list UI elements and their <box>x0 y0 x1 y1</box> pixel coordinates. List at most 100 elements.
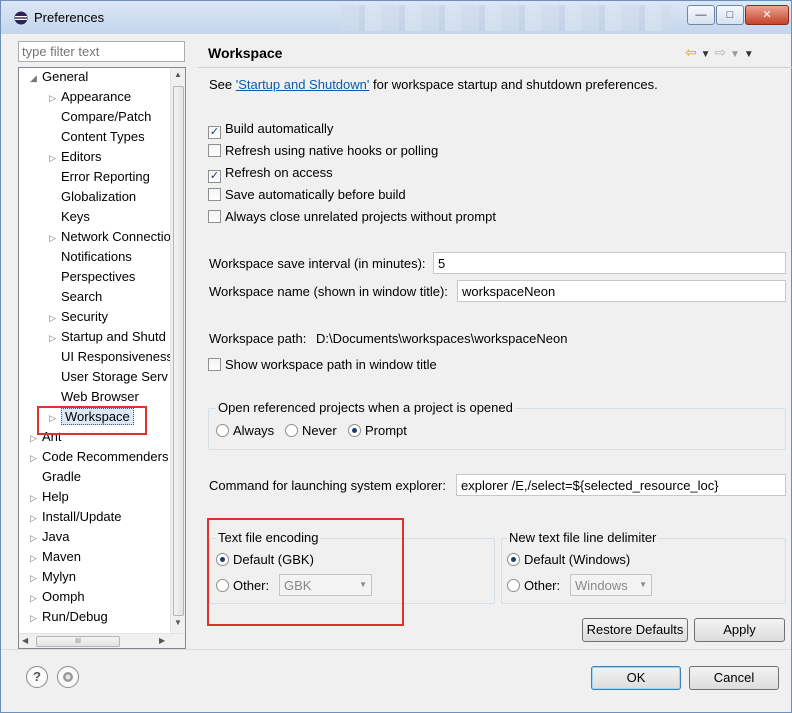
collapsed-twisty-icon[interactable]: ▷ <box>49 88 61 108</box>
tree-item[interactable]: ▷ Network Connectio <box>49 227 171 247</box>
import-export-icon[interactable] <box>57 666 79 688</box>
radio-mark[interactable] <box>348 424 361 437</box>
scroll-up-arrow-icon[interactable]: ▲ <box>174 70 182 79</box>
tree-item[interactable]: ▷ Security <box>49 307 108 327</box>
chevron-down-icon[interactable]: ▼ <box>639 580 647 589</box>
radio-mark[interactable] <box>507 579 520 592</box>
collapsed-twisty-icon[interactable]: ▷ <box>30 448 42 468</box>
collapsed-twisty-icon[interactable]: ▷ <box>30 588 42 608</box>
scroll-left-arrow-icon[interactable]: ◀ <box>22 636 28 645</box>
collapsed-twisty-icon[interactable]: ▷ <box>49 328 61 348</box>
tree-item[interactable]: ▷ Java <box>30 527 69 547</box>
checkbox-mark[interactable] <box>208 144 221 157</box>
collapsed-twisty-icon[interactable]: ▷ <box>30 508 42 528</box>
tree-item[interactable]: ▷ Appearance <box>49 87 131 107</box>
tree-item[interactable]: Perspectives <box>49 267 135 287</box>
tree-item[interactable]: Notifications <box>49 247 132 267</box>
collapsed-twisty-icon[interactable]: ▷ <box>30 528 42 548</box>
tree-vertical-scrollbar[interactable]: ▲ ▼ <box>170 68 185 633</box>
tree-item[interactable]: ▷ Startup and Shutd <box>49 327 166 347</box>
close-button[interactable]: ✕ <box>745 5 789 25</box>
filter-input[interactable] <box>18 41 185 62</box>
tree-item[interactable]: ▷ Run/Debug <box>30 607 108 627</box>
save-interval-input[interactable]: 5 <box>433 252 786 274</box>
forward-menu-icon[interactable]: ▼ <box>730 49 740 60</box>
help-icon[interactable]: ? <box>26 666 48 688</box>
build-automatically-checkbox[interactable]: ✓ Build automatically <box>208 120 333 139</box>
tree-item[interactable]: ▷ Maven <box>30 547 81 567</box>
open-always-radio[interactable]: Always <box>216 422 274 440</box>
show-path-checkbox[interactable]: Show workspace path in window title <box>208 356 437 374</box>
checkbox-mark[interactable] <box>208 210 221 223</box>
forward-arrow-icon[interactable]: ⇨ <box>714 44 726 60</box>
tree-item-label: Network Connectio <box>61 229 171 244</box>
tree-item[interactable]: ▷ Editors <box>49 147 101 167</box>
tree-item[interactable]: Error Reporting <box>49 167 150 187</box>
tree-item[interactable]: Keys <box>49 207 90 227</box>
checkbox-label: Show workspace path in window title <box>225 357 437 372</box>
tree-item[interactable]: Web Browser <box>49 387 139 407</box>
tree-item[interactable]: Content Types <box>49 127 145 147</box>
collapsed-twisty-icon[interactable]: ▷ <box>30 548 42 568</box>
tree-item-label: Editors <box>61 149 102 164</box>
collapsed-twisty-icon[interactable]: ▷ <box>30 568 42 588</box>
tree-item[interactable]: ▷ Code Recommenders <box>30 447 168 467</box>
collapsed-twisty-icon[interactable]: ▷ <box>49 228 61 248</box>
tree-item[interactable]: ▷ Help <box>30 487 69 507</box>
open-prompt-radio[interactable]: Prompt <box>348 422 407 440</box>
open-never-radio[interactable]: Never <box>285 422 337 440</box>
tree-item[interactable]: Globalization <box>49 187 136 207</box>
title-bar[interactable]: Preferences — □ ✕ <box>1 1 791 34</box>
tree-item-label: Oomph <box>42 589 85 604</box>
checkbox-mark[interactable] <box>208 188 221 201</box>
minimize-button[interactable]: — <box>687 5 715 25</box>
view-menu-icon[interactable]: ▼ <box>744 49 754 60</box>
tree-item[interactable]: ▷ Oomph <box>30 587 85 607</box>
refresh-native-hooks-checkbox[interactable]: Refresh using native hooks or polling <box>208 142 438 160</box>
delimiter-other-combo[interactable]: Windows ▼ <box>570 574 652 596</box>
tree-item[interactable]: ▷ Mylyn <box>30 567 76 587</box>
refresh-on-access-checkbox[interactable]: ✓ Refresh on access <box>208 164 333 183</box>
collapsed-twisty-icon[interactable]: ▷ <box>30 608 42 628</box>
tree-horizontal-scroll-thumb[interactable]: III <box>36 636 120 647</box>
tree-item[interactable]: Gradle <box>30 467 81 487</box>
tree-vertical-scroll-thumb[interactable] <box>173 86 184 616</box>
expanded-twisty-icon[interactable]: ◢ <box>30 68 42 88</box>
collapsed-twisty-icon[interactable]: ▷ <box>49 148 61 168</box>
workspace-name-input[interactable]: workspaceNeon <box>457 280 786 302</box>
delimiter-default-radio[interactable]: Default (Windows) <box>507 551 630 569</box>
startup-shutdown-link[interactable]: 'Startup and Shutdown' <box>236 77 370 92</box>
maximize-button[interactable]: □ <box>716 5 744 25</box>
tree-item[interactable]: Compare/Patch <box>49 107 151 127</box>
scroll-down-arrow-icon[interactable]: ▼ <box>174 618 182 627</box>
restore-defaults-button[interactable]: Restore Defaults <box>582 618 688 642</box>
checkbox-mark[interactable]: ✓ <box>208 126 221 139</box>
tree-item[interactable]: ◢ General <box>30 68 88 88</box>
tree-item-label: Maven <box>42 549 82 564</box>
save-before-build-checkbox[interactable]: Save automatically before build <box>208 186 406 204</box>
tree-item[interactable]: UI Responsiveness <box>49 347 173 367</box>
tree-item[interactable]: User Storage Serv <box>49 367 168 387</box>
tree-item-label: Compare/Patch <box>61 109 152 124</box>
scroll-right-arrow-icon[interactable]: ▶ <box>159 636 165 645</box>
radio-mark[interactable] <box>216 424 229 437</box>
ok-button[interactable]: OK <box>591 666 681 690</box>
workspace-path-value: D:\Documents\workspaces\workspaceNeon <box>316 331 568 346</box>
tree-item[interactable]: ▷ Install/Update <box>30 507 122 527</box>
tree-item[interactable]: Search <box>49 287 102 307</box>
delimiter-other-radio[interactable]: Other: <box>507 577 560 595</box>
apply-button[interactable]: Apply <box>694 618 785 642</box>
collapsed-twisty-icon[interactable]: ▷ <box>30 488 42 508</box>
back-arrow-icon[interactable]: ⇦ <box>685 44 697 60</box>
back-menu-icon[interactable]: ▼ <box>701 49 711 60</box>
collapsed-twisty-icon[interactable]: ▷ <box>49 308 61 328</box>
checkbox-mark[interactable] <box>208 358 221 371</box>
radio-mark[interactable] <box>507 553 520 566</box>
preference-tree[interactable]: ◢ General ▷ Appearance Compare/Patch Content … <box>18 67 186 649</box>
tree-horizontal-scrollbar[interactable]: ◀ III ▶ <box>19 633 185 648</box>
explorer-command-input[interactable]: explorer /E,/select=${selected_resource_… <box>456 474 786 496</box>
close-unrelated-projects-checkbox[interactable]: Always close unrelated projects without … <box>208 208 496 226</box>
radio-mark[interactable] <box>285 424 298 437</box>
checkbox-mark[interactable]: ✓ <box>208 170 221 183</box>
cancel-button[interactable]: Cancel <box>689 666 779 690</box>
